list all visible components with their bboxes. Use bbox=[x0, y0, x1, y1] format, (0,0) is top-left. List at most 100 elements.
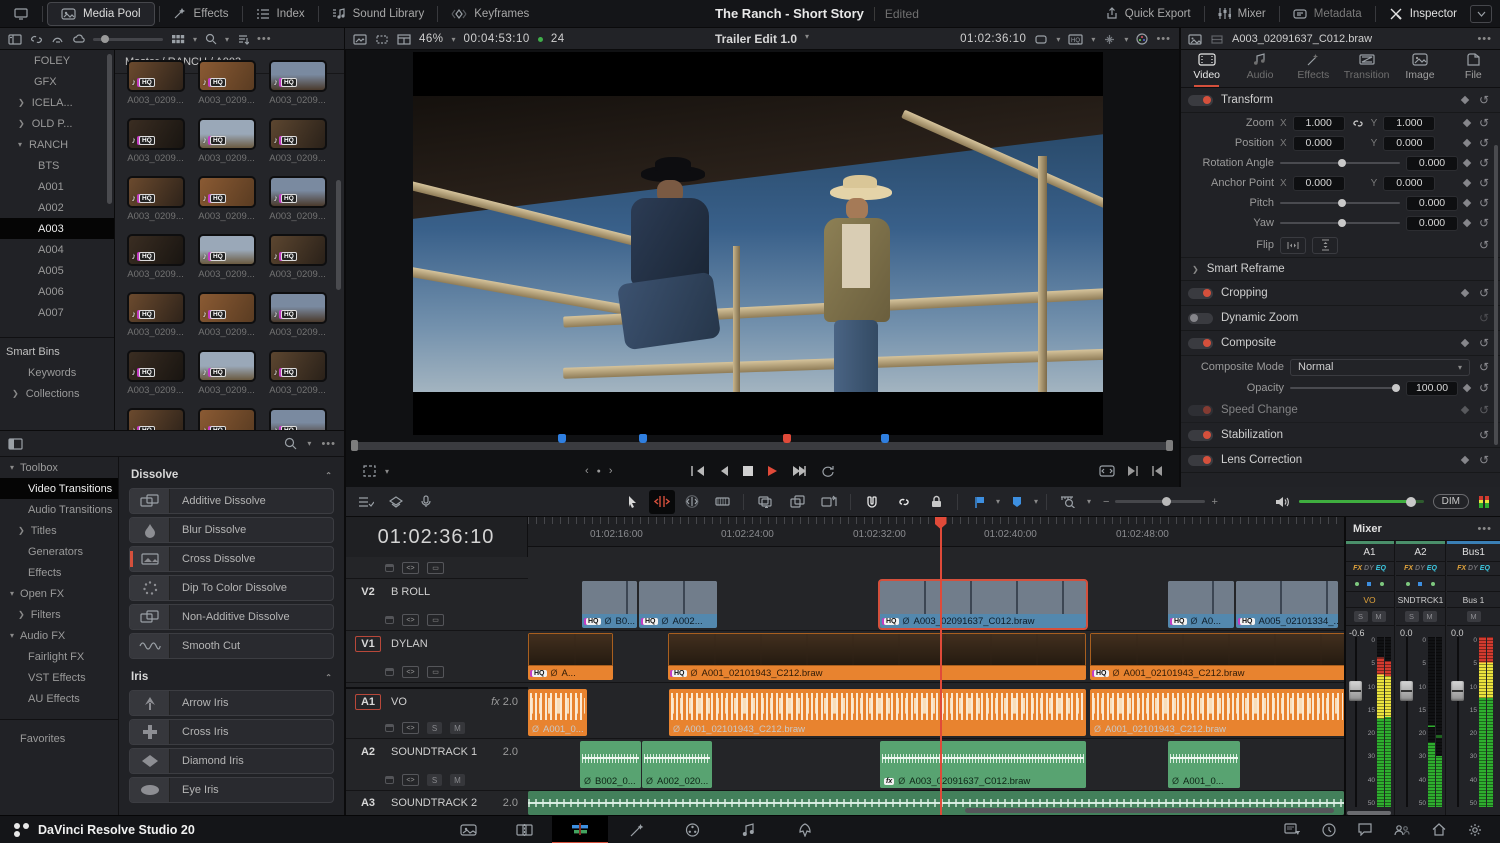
flip-horizontal-button[interactable] bbox=[1280, 236, 1306, 254]
index-button[interactable]: Index bbox=[243, 0, 318, 28]
overwrite-clip-icon[interactable] bbox=[784, 490, 810, 514]
transition-cross-iris[interactable]: Cross Iris bbox=[129, 719, 334, 745]
viewer-scrub-bar[interactable] bbox=[351, 434, 1173, 451]
section-speed-change[interactable]: Speed Change ↺ bbox=[1180, 398, 1500, 423]
position-x-field[interactable]: 0.000 bbox=[1292, 135, 1345, 151]
rotation-slider[interactable] bbox=[1280, 159, 1400, 167]
bin-item-foley[interactable]: FOLEY bbox=[0, 50, 114, 71]
media-pool-button[interactable]: Media Pool bbox=[47, 1, 155, 26]
page-media-icon[interactable] bbox=[440, 816, 496, 843]
channel-fader[interactable] bbox=[1349, 637, 1362, 807]
position-y-field[interactable]: 0.000 bbox=[1383, 135, 1436, 151]
insert-clip-icon[interactable] bbox=[752, 490, 778, 514]
effects-more-icon[interactable]: ••• bbox=[321, 438, 336, 450]
timeline-name[interactable]: Trailer Edit 1.0 bbox=[715, 32, 797, 46]
track-header-a3[interactable]: A3 SOUNDTRACK 2 2.0 bbox=[345, 791, 528, 815]
composite-toggle[interactable] bbox=[1188, 337, 1213, 349]
prev-edit-icon[interactable] bbox=[1151, 465, 1163, 477]
inspector-clip-icon[interactable] bbox=[1188, 33, 1202, 45]
bin-item-a004[interactable]: A004 bbox=[0, 239, 114, 260]
link-xy-icon[interactable] bbox=[1351, 118, 1365, 129]
match-frame-icon[interactable] bbox=[1099, 465, 1115, 477]
mute-button[interactable]: M bbox=[1422, 611, 1437, 622]
viewer-multicam-icon[interactable] bbox=[397, 33, 411, 45]
razor-edit-tool[interactable] bbox=[709, 490, 735, 514]
timeline-clip-v1[interactable]: HQ Ø A001_02101943_C212.braw bbox=[668, 633, 1086, 680]
auto-select-icon[interactable]: <> bbox=[402, 562, 419, 574]
rotation-field[interactable]: 0.000 bbox=[1406, 155, 1458, 171]
media-clip[interactable]: ♪HQA003_0209... bbox=[265, 224, 330, 280]
smart-bin-keywords[interactable]: Keywords bbox=[0, 362, 114, 383]
transition-cross-dissolve[interactable]: Cross Dissolve bbox=[129, 546, 334, 572]
solo-button[interactable]: S bbox=[1404, 611, 1419, 622]
pan-control[interactable] bbox=[1396, 576, 1445, 592]
nav-generators[interactable]: Generators bbox=[0, 541, 118, 562]
lock-icon[interactable] bbox=[385, 776, 394, 784]
tab-file[interactable]: File bbox=[1447, 53, 1500, 87]
viewer-single-icon[interactable] bbox=[353, 33, 367, 45]
media-grid-scrollbar[interactable] bbox=[336, 180, 341, 290]
scrub-playhead-marker[interactable] bbox=[783, 434, 792, 443]
lock-icon[interactable] bbox=[385, 724, 394, 732]
yaw-slider[interactable] bbox=[1280, 219, 1400, 227]
nav-audio-fx[interactable]: ▾ Audio FX bbox=[0, 625, 118, 646]
track-header-a1[interactable]: A1 VO fx 2.0 <> S M bbox=[345, 687, 528, 739]
timeline-clip-a1[interactable]: Ø A001_02101943_C212.braw bbox=[1090, 689, 1344, 736]
gamut-icon[interactable] bbox=[1034, 34, 1048, 45]
auto-select-icon[interactable]: <> bbox=[402, 774, 419, 786]
transform-toggle[interactable] bbox=[1188, 94, 1213, 106]
media-pool-more-icon[interactable]: ••• bbox=[257, 33, 272, 45]
next-edit-icon[interactable] bbox=[1127, 465, 1139, 477]
go-to-first-frame-button[interactable] bbox=[690, 465, 705, 477]
solo-button[interactable]: S bbox=[1353, 611, 1368, 622]
timeline-marker-blue[interactable] bbox=[639, 434, 648, 443]
transition-dip-to-color[interactable]: Dip To Color Dissolve bbox=[129, 575, 334, 601]
clip-link-icon[interactable] bbox=[30, 34, 43, 45]
render-queue-icon[interactable] bbox=[1322, 822, 1336, 837]
eq-badge[interactable]: EQ bbox=[1376, 565, 1386, 572]
thumbnail-size-slider[interactable] bbox=[93, 35, 163, 43]
media-clip[interactable]: ♪HQA003_0209... bbox=[265, 50, 330, 106]
usage-icon[interactable] bbox=[51, 34, 64, 45]
bin-item-ranch[interactable]: ▾ RANCH bbox=[0, 134, 114, 155]
section-composite[interactable]: Composite ↺ bbox=[1180, 331, 1500, 356]
transition-diamond-iris[interactable]: Diamond Iris bbox=[129, 748, 334, 774]
bin-item-a003-selected[interactable]: A003 bbox=[0, 218, 114, 239]
composite-mode-dropdown[interactable]: Normal ▾ bbox=[1290, 358, 1470, 376]
stabilization-toggle[interactable] bbox=[1188, 429, 1213, 441]
page-deliver-icon[interactable] bbox=[776, 816, 832, 843]
section-dynamic-zoom[interactable]: Dynamic Zoom ↺ bbox=[1180, 306, 1500, 331]
transition-arrow-iris[interactable]: Arrow Iris bbox=[129, 690, 334, 716]
nav-audio-transitions[interactable]: Audio Transitions bbox=[0, 499, 118, 520]
mute-button[interactable]: M bbox=[1466, 611, 1481, 622]
settings-gear-icon[interactable] bbox=[1468, 823, 1482, 837]
nav-open-fx[interactable]: ▾ Open FX bbox=[0, 583, 118, 604]
media-clip[interactable]: ♪HQA003_0209... bbox=[194, 108, 259, 164]
media-clip[interactable]: ♪HQA003_0209... bbox=[123, 398, 188, 430]
lock-icon[interactable] bbox=[385, 564, 394, 572]
trim-edit-mode-tool[interactable] bbox=[649, 489, 675, 514]
opacity-slider[interactable] bbox=[1290, 384, 1400, 392]
bin-tree-scrollbar[interactable] bbox=[107, 54, 112, 204]
nav-effects[interactable]: Effects bbox=[0, 562, 118, 583]
pitch-field[interactable]: 0.000 bbox=[1406, 195, 1458, 211]
channel-fader[interactable] bbox=[1400, 637, 1413, 807]
project-home-icon[interactable] bbox=[1432, 823, 1446, 836]
panel-collapse-icon[interactable] bbox=[1470, 4, 1492, 23]
bin-item-a002[interactable]: A002 bbox=[0, 197, 114, 218]
solo-button[interactable]: S bbox=[427, 774, 442, 786]
page-fusion-icon[interactable] bbox=[608, 816, 664, 843]
metadata-button[interactable]: Metadata bbox=[1280, 0, 1375, 28]
zoom-x-field[interactable]: 1.000 bbox=[1292, 115, 1345, 131]
media-clip[interactable]: ♪HQA003_0209... bbox=[123, 166, 188, 222]
tab-image[interactable]: Image bbox=[1393, 53, 1446, 87]
quick-export-button[interactable]: Quick Export bbox=[1092, 0, 1204, 28]
zoom-in-button[interactable]: + bbox=[1211, 496, 1217, 508]
flip-vertical-button[interactable] bbox=[1312, 236, 1338, 254]
grid-view-icon[interactable] bbox=[171, 34, 185, 45]
bin-item-gfx[interactable]: GFX bbox=[0, 71, 114, 92]
search-icon[interactable] bbox=[205, 33, 217, 45]
media-clip[interactable]: ♪HQA003_0209... bbox=[123, 340, 188, 396]
page-edit-icon-active[interactable] bbox=[552, 815, 608, 843]
lens-correction-toggle[interactable] bbox=[1188, 454, 1213, 466]
